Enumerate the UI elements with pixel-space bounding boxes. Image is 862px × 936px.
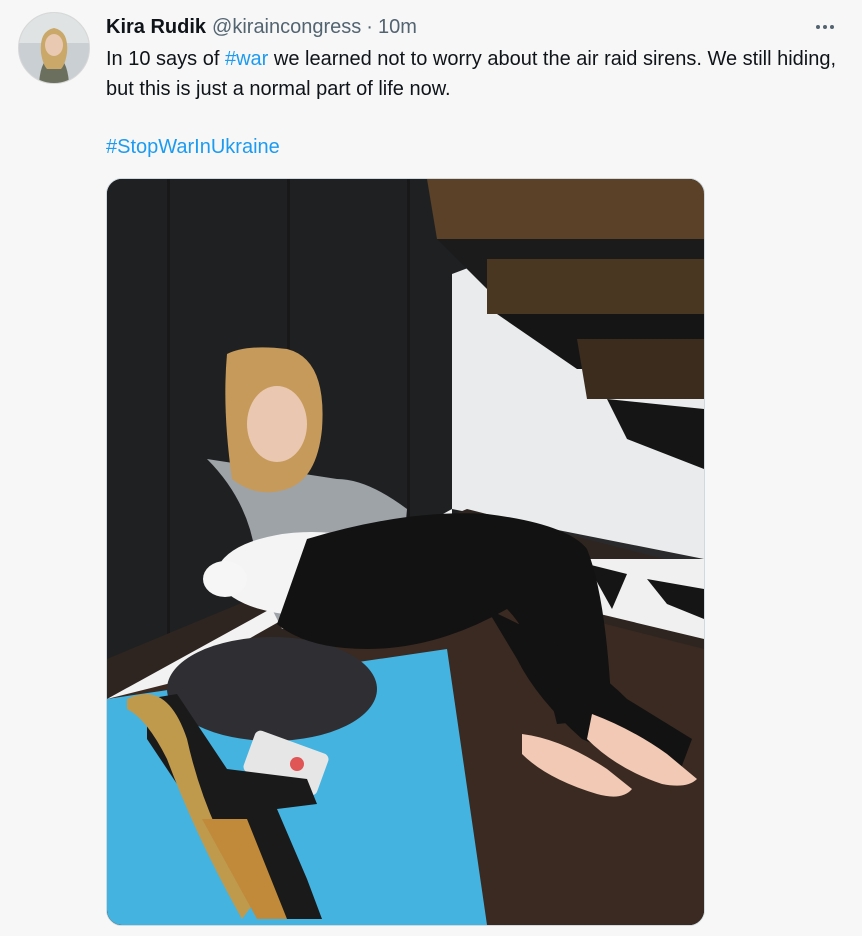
more-horizontal-icon	[816, 25, 820, 29]
tweet-hashtag-paragraph: #StopWarInUkraine	[106, 132, 846, 162]
tweet-text: In 10 says of #war we learned not to wor…	[106, 44, 846, 162]
tweet: Kira Rudik @kiraincongress · 10m In 10 s…	[0, 0, 862, 936]
author-avatar[interactable]	[18, 12, 90, 84]
more-options-button[interactable]	[808, 14, 842, 40]
author-handle[interactable]: @kiraincongress	[212, 15, 361, 39]
tweet-header: Kira Rudik @kiraincongress · 10m	[106, 14, 842, 40]
hashtag-stopwarinukraine-link[interactable]: #StopWarInUkraine	[106, 136, 280, 158]
tweet-text-start: In 10 says of	[106, 48, 225, 70]
hashtag-war-link[interactable]: #war	[225, 48, 268, 70]
tweet-timestamp[interactable]: 10m	[378, 15, 417, 39]
tweet-photo[interactable]	[106, 178, 705, 926]
tweet-text-paragraph: In 10 says of #war we learned not to wor…	[106, 44, 846, 104]
separator-dot: ·	[366, 16, 373, 38]
photo-image	[107, 179, 704, 925]
avatar-image	[19, 13, 89, 83]
author-name[interactable]: Kira Rudik	[106, 15, 206, 39]
